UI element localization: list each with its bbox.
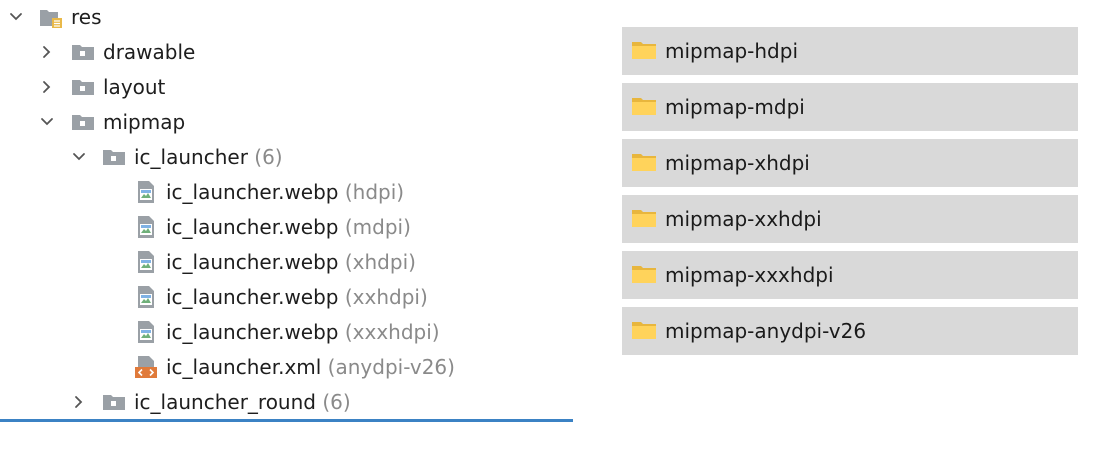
folder-label: mipmap-hdpi [665, 39, 799, 63]
image-file-icon [134, 320, 158, 344]
folder-row[interactable]: mipmap-hdpi [622, 27, 1078, 75]
tree-node-label: res [71, 5, 102, 29]
image-file-icon [134, 285, 158, 309]
file-qualifier: (mdpi) [344, 215, 411, 239]
file-name: ic_launcher.xml [166, 355, 322, 379]
folder-row[interactable]: mipmap-xxhdpi [622, 195, 1078, 243]
chevron-right-icon[interactable] [39, 44, 55, 60]
folder-icon [631, 40, 657, 60]
folder-row[interactable]: mipmap-xxxhdpi [622, 251, 1078, 299]
folder-icon [71, 110, 95, 134]
tree-node-label: ic_launcher (6) [134, 145, 283, 169]
folder-label: mipmap-xxxhdpi [665, 263, 834, 287]
file-name: ic_launcher.webp [166, 285, 339, 309]
tree-node-label: ic_launcher.webp (hdpi) [166, 180, 404, 204]
folder-icon [631, 208, 657, 228]
image-file-icon [134, 215, 158, 239]
file-qualifier: (xhdpi) [344, 250, 416, 274]
resource-folder-icon [39, 5, 63, 29]
folder-icon [71, 40, 95, 64]
node-count: (6) [254, 145, 283, 169]
file-name: ic_launcher.webp [166, 215, 339, 239]
tree-node-label: ic_launcher_round (6) [134, 390, 351, 414]
tree-node-label: drawable [103, 40, 196, 64]
selection-underline [0, 419, 573, 422]
folder-row[interactable]: mipmap-xhdpi [622, 139, 1078, 187]
file-name: ic_launcher.webp [166, 250, 339, 274]
folder-row[interactable]: mipmap-anydpi-v26 [622, 307, 1078, 355]
file-qualifier: (xxhdpi) [344, 285, 428, 309]
file-name: ic_launcher.webp [166, 320, 339, 344]
folder-icon [631, 96, 657, 116]
tree-node-label: ic_launcher.webp (xhdpi) [166, 250, 416, 274]
project-tree: res drawable layout mipmap ic_launcher (… [0, 0, 573, 422]
tree-node-label: ic_launcher.webp (xxxhdpi) [166, 320, 440, 344]
folder-label: mipmap-xhdpi [665, 151, 810, 175]
file-qualifier: (xxxhdpi) [344, 320, 440, 344]
file-qualifier: (anydpi-v26) [327, 355, 455, 379]
image-file-icon [134, 250, 158, 274]
folder-row[interactable]: mipmap-mdpi [622, 83, 1078, 131]
folder-icon [631, 320, 657, 340]
folder-icon [102, 145, 126, 169]
file-qualifier: (hdpi) [344, 180, 405, 204]
image-file-icon [134, 180, 158, 204]
chevron-down-icon[interactable] [39, 114, 55, 130]
xml-file-icon [134, 355, 158, 379]
file-name: ic_launcher.webp [166, 180, 339, 204]
chevron-right-icon[interactable] [71, 394, 87, 410]
tree-node-label: layout [103, 75, 166, 99]
folder-label: mipmap-anydpi-v26 [665, 319, 867, 343]
chevron-down-icon[interactable] [8, 9, 24, 25]
node-name: ic_launcher [134, 145, 248, 169]
tree-node-label: ic_launcher.webp (mdpi) [166, 215, 411, 239]
node-count: (6) [322, 390, 351, 414]
folder-label: mipmap-xxhdpi [665, 207, 822, 231]
tree-node-label: ic_launcher.xml (anydpi-v26) [166, 355, 455, 379]
folder-icon [631, 264, 657, 284]
tree-node-label: ic_launcher.webp (xxhdpi) [166, 285, 428, 309]
node-name: ic_launcher_round [134, 390, 316, 414]
folder-icon [71, 75, 95, 99]
chevron-down-icon[interactable] [71, 149, 87, 165]
chevron-right-icon[interactable] [39, 79, 55, 95]
folder-icon [631, 152, 657, 172]
tree-node-label: mipmap [103, 110, 186, 134]
folder-icon [102, 390, 126, 414]
folder-label: mipmap-mdpi [665, 95, 805, 119]
